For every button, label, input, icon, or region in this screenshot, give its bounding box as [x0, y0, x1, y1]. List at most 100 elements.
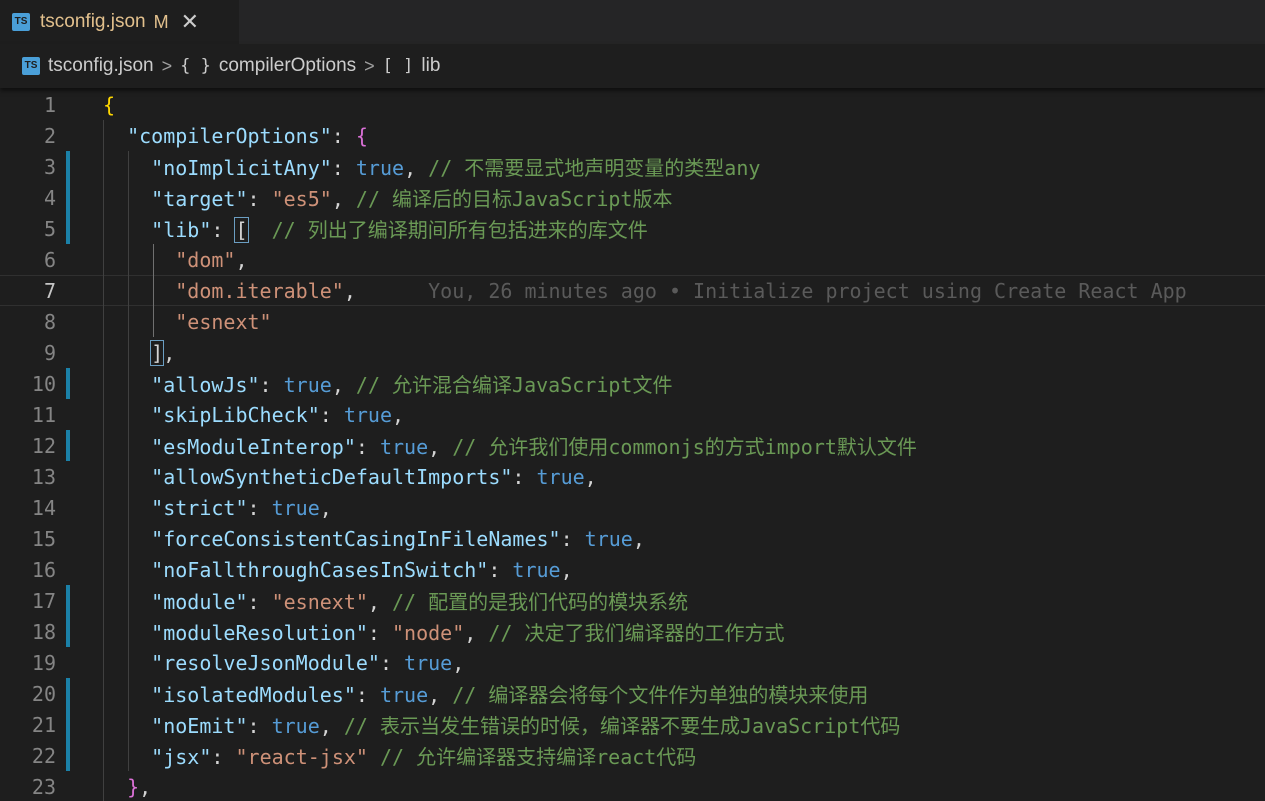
code-token: true — [271, 495, 320, 520]
code-line[interactable]: 18 "moduleResolution": "node", // 决定了我们编… — [0, 616, 1265, 647]
code-token: // 列出了编译期间所有包括进来的库文件 — [271, 218, 648, 242]
line-number: 17 — [31, 588, 56, 613]
code-text: "noEmit": true, // 表示当发生错误的时候，编译器不要生成Jav… — [103, 710, 900, 739]
typescript-file-icon: TS — [12, 13, 30, 31]
line-number: 6 — [43, 247, 56, 272]
close-icon[interactable]: ✕ — [181, 10, 199, 35]
git-modified-marker[interactable] — [66, 430, 70, 461]
code-line[interactable]: 19 "resolveJsonModule": true, — [0, 647, 1265, 678]
breadcrumb-compileroptions-label: compilerOptions — [218, 55, 357, 76]
code-token: "dom" — [175, 247, 236, 272]
code-line[interactable]: 23 }, — [0, 771, 1265, 801]
code-token: , — [367, 590, 393, 614]
code-line[interactable]: 20 "isolatedModules": true, // 编译器会将每个文件… — [0, 678, 1265, 709]
array-icon: [ ] — [382, 56, 414, 76]
tab-tsconfig[interactable]: TS tsconfig.json M ✕ — [0, 0, 240, 44]
code-token: , — [139, 774, 152, 799]
code-line[interactable]: 4 "target": "es5", // 编译后的目标JavaScript版本 — [0, 182, 1265, 213]
code-line[interactable]: 2 "compilerOptions": { — [0, 120, 1265, 151]
line-number: 5 — [43, 216, 56, 241]
code-token: : — [331, 123, 356, 148]
code-line[interactable]: 21 "noEmit": true, // 表示当发生错误的时候，编译器不要生成… — [0, 709, 1265, 740]
code-token: , — [452, 650, 465, 675]
line-number: 3 — [43, 154, 56, 179]
line-number: 22 — [31, 743, 56, 768]
code-line[interactable]: 8 "esnext" — [0, 306, 1265, 337]
code-line[interactable]: 7 "dom.iterable", You, 26 minutes ago • … — [0, 275, 1265, 306]
code-token: "noImplicitAny" — [151, 156, 332, 180]
line-number: 1 — [43, 92, 56, 117]
code-line[interactable]: 13 "allowSyntheticDefaultImports": true, — [0, 461, 1265, 492]
code-token: "module" — [151, 590, 248, 614]
code-token: , — [632, 526, 645, 551]
code-token: // 允许编译器支持编译react代码 — [379, 745, 697, 769]
code-token: "dom.iterable" — [175, 278, 344, 303]
git-modified-marker[interactable] — [66, 151, 70, 182]
git-modified-marker[interactable] — [66, 709, 70, 740]
code-line[interactable]: 11 "skipLibCheck": true, — [0, 399, 1265, 430]
code-token: : — [247, 187, 272, 211]
code-line[interactable]: 17 "module": "esnext", // 配置的是我们代码的模块系统 — [0, 585, 1265, 616]
git-modified-marker[interactable] — [66, 213, 70, 244]
code-token: : — [488, 557, 513, 582]
code-token: , — [331, 187, 356, 211]
code-token: , — [404, 156, 429, 180]
object-icon: { } — [180, 56, 211, 76]
line-number: 14 — [31, 495, 56, 520]
code-token: , — [331, 373, 356, 397]
breadcrumb-lib[interactable]: [ ] lib — [383, 55, 441, 77]
code-text: "dom", — [103, 247, 247, 272]
code-token: "jsx" — [151, 745, 212, 769]
code-line[interactable]: 16 "noFallthroughCasesInSwitch": true, — [0, 554, 1265, 585]
code-token: "strict" — [151, 495, 248, 520]
line-number: 2 — [43, 123, 56, 148]
code-token: : — [355, 435, 380, 459]
code-line[interactable]: 3 "noImplicitAny": true, // 不需要显式地声明变量的类… — [0, 151, 1265, 182]
line-number: 11 — [31, 402, 56, 427]
code-line[interactable]: 9 ], — [0, 337, 1265, 368]
code-text: "moduleResolution": "node", // 决定了我们编译器的… — [103, 617, 784, 646]
code-token: "skipLibCheck" — [151, 402, 320, 427]
code-editor[interactable]: 1{2 "compilerOptions": {3 "noImplicitAny… — [0, 88, 1265, 801]
breadcrumb-file[interactable]: TS tsconfig.json — [22, 55, 154, 77]
code-line[interactable]: 15 "forceConsistentCasingInFileNames": t… — [0, 523, 1265, 554]
git-modified-marker[interactable] — [66, 616, 70, 647]
git-modified-marker[interactable] — [66, 182, 70, 213]
code-token: // 编译后的目标JavaScript版本 — [355, 187, 673, 211]
code-line[interactable]: 22 "jsx": "react-jsx" // 允许编译器支持编译react代… — [0, 740, 1265, 771]
git-modified-marker[interactable] — [66, 585, 70, 616]
code-text: "lib": [ // 列出了编译期间所有包括进来的库文件 — [103, 214, 648, 243]
code-token: , — [392, 402, 405, 427]
git-modified-marker[interactable] — [66, 368, 70, 399]
code-line[interactable]: 14 "strict": true, — [0, 492, 1265, 523]
modified-indicator: M — [153, 11, 169, 32]
code-token: : — [247, 495, 272, 520]
code-text: "noImplicitAny": true, // 不需要显式地声明变量的类型a… — [103, 152, 760, 181]
git-modified-marker[interactable] — [66, 678, 70, 709]
code-token: "esnext" — [175, 309, 272, 334]
code-token: , — [428, 435, 453, 459]
code-line[interactable]: 6 "dom", — [0, 244, 1265, 275]
code-token: true — [536, 464, 585, 489]
git-modified-marker[interactable] — [66, 740, 70, 771]
line-number: 20 — [31, 681, 56, 706]
code-line[interactable]: 1{ — [0, 89, 1265, 120]
code-token: "noFallthroughCasesInSwitch" — [151, 557, 489, 582]
breadcrumb-compileroptions[interactable]: { } compilerOptions — [180, 55, 356, 77]
code-line[interactable]: 10 "allowJs": true, // 允许混合编译JavaScript文… — [0, 368, 1265, 399]
code-token: "react-jsx" — [235, 745, 368, 769]
code-token: , — [464, 621, 489, 645]
code-token: // 决定了我们编译器的工作方式 — [488, 621, 785, 645]
code-line[interactable]: 12 "esModuleInterop": true, // 允许我们使用com… — [0, 430, 1265, 461]
code-token: : — [247, 590, 272, 614]
line-number: 18 — [31, 619, 56, 644]
code-token: { — [355, 123, 368, 148]
code-line[interactable]: 5 "lib": [ // 列出了编译期间所有包括进来的库文件 — [0, 213, 1265, 244]
code-token: "esModuleInterop" — [151, 435, 356, 459]
code-text: "strict": true, — [103, 496, 332, 520]
tab-bar: TS tsconfig.json M ✕ — [0, 0, 1265, 44]
code-token: } — [127, 774, 140, 799]
code-token: // 表示当发生错误的时候，编译器不要生成JavaScript代码 — [343, 714, 901, 738]
